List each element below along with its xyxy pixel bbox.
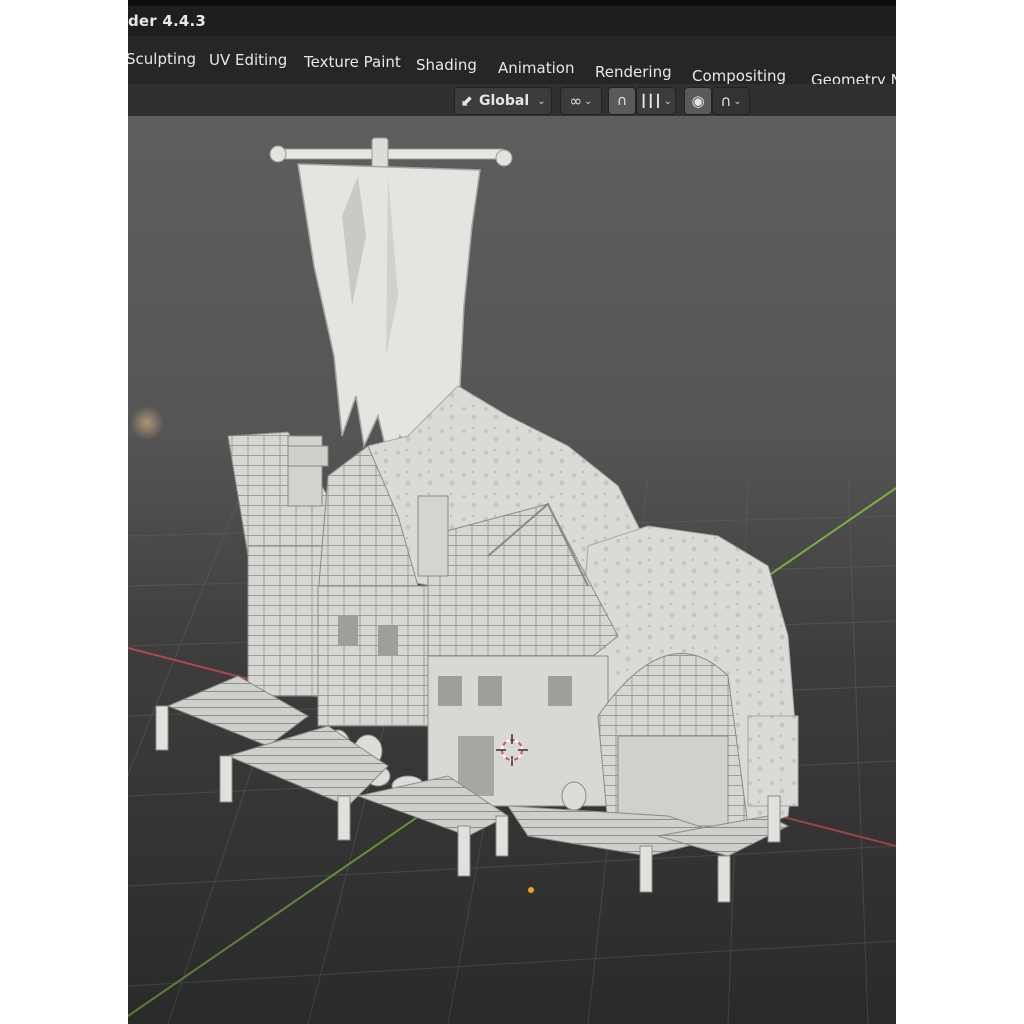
viewport-header: ⬋ Global ⌄ ∞ ⌄ ∩ ┃┃┃ ⌄ ◉ ∩ ⌄ — [128, 84, 896, 117]
pivot-link-icon: ∞ — [569, 92, 583, 110]
tab-compositing[interactable]: Compositing — [692, 67, 786, 85]
snap-magnet-icon: ∩ — [616, 93, 628, 109]
3d-viewport[interactable] — [128, 116, 896, 1024]
tab-rendering[interactable]: Rendering — [595, 63, 672, 81]
chevron-down-icon: ⌄ — [584, 95, 593, 107]
chevron-down-icon: ⌄ — [733, 95, 742, 107]
chevron-down-icon: ⌄ — [663, 95, 673, 107]
tab-texture-paint[interactable]: Texture Paint — [304, 53, 401, 71]
workspace-tab-bar: Sculpting UV Editing Texture Paint Shadi… — [128, 36, 896, 89]
proportional-edit-toggle[interactable]: ◉ — [684, 87, 712, 115]
orientation-axes-icon: ⬋ — [460, 92, 473, 110]
tab-shading[interactable]: Shading — [416, 56, 477, 74]
title-bar: der 4.4.3 — [128, 6, 896, 36]
snap-toggle[interactable]: ∩ — [608, 87, 636, 115]
tab-animation[interactable]: Animation — [498, 59, 574, 77]
object-origin-dot — [528, 887, 534, 893]
tab-uv-editing[interactable]: UV Editing — [209, 51, 287, 69]
chevron-down-icon: ⌄ — [537, 95, 546, 107]
snap-increment-icon: ┃┃┃ — [639, 94, 662, 108]
snap-target-dropdown[interactable]: ┃┃┃ ⌄ — [636, 87, 676, 115]
tab-sculpting[interactable]: Sculpting — [128, 50, 196, 68]
screen-photo: der 4.4.3 Sculpting UV Editing Texture P… — [128, 0, 896, 1024]
window-title: der 4.4.3 — [128, 12, 207, 30]
falloff-dropdown[interactable]: ∩ ⌄ — [712, 87, 750, 115]
pivot-point-dropdown[interactable]: ∞ ⌄ — [560, 87, 602, 115]
transform-orientation-label: Global — [479, 93, 530, 109]
proportional-edit-icon: ◉ — [691, 92, 705, 110]
transform-orientation-dropdown[interactable]: ⬋ Global ⌄ — [454, 87, 552, 115]
falloff-curve-icon: ∩ — [720, 92, 732, 110]
viewport-scene — [128, 137, 896, 1024]
